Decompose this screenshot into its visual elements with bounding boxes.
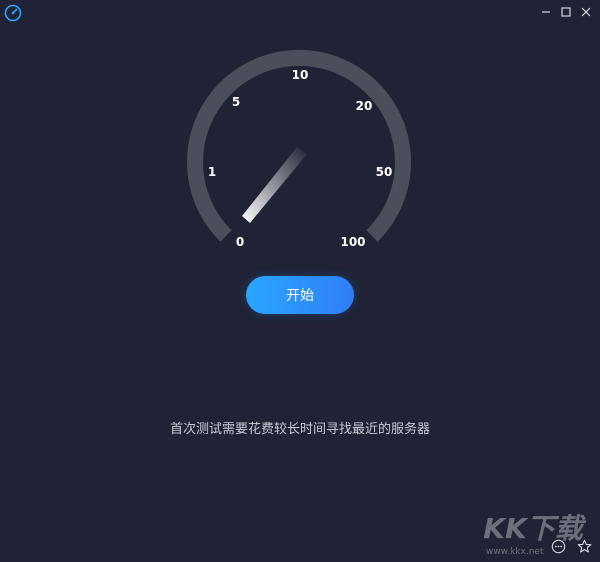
- tick-label-100: 100: [340, 235, 365, 249]
- tick-label-50: 50: [376, 165, 393, 179]
- tick-label-20: 20: [356, 99, 373, 113]
- tick-label-1: 1: [208, 165, 216, 179]
- hint-text: 首次测试需要花费较长时间寻找最近的服务器: [169, 422, 430, 437]
- more-icon[interactable]: [550, 538, 566, 554]
- speed-gauge: 0 1 5 10 20 50 100: [187, 49, 411, 249]
- watermark-url: www.kkx.net: [486, 547, 544, 557]
- star-icon[interactable]: [576, 538, 592, 554]
- tick-label-5: 5: [232, 95, 240, 109]
- start-button[interactable]: 开始: [246, 276, 354, 314]
- gauge-track: [187, 49, 411, 242]
- tick-label-0: 0: [236, 235, 244, 249]
- tick-label-10: 10: [292, 68, 309, 82]
- bottom-toolbar: [550, 538, 592, 554]
- gauge-needle: [242, 147, 307, 223]
